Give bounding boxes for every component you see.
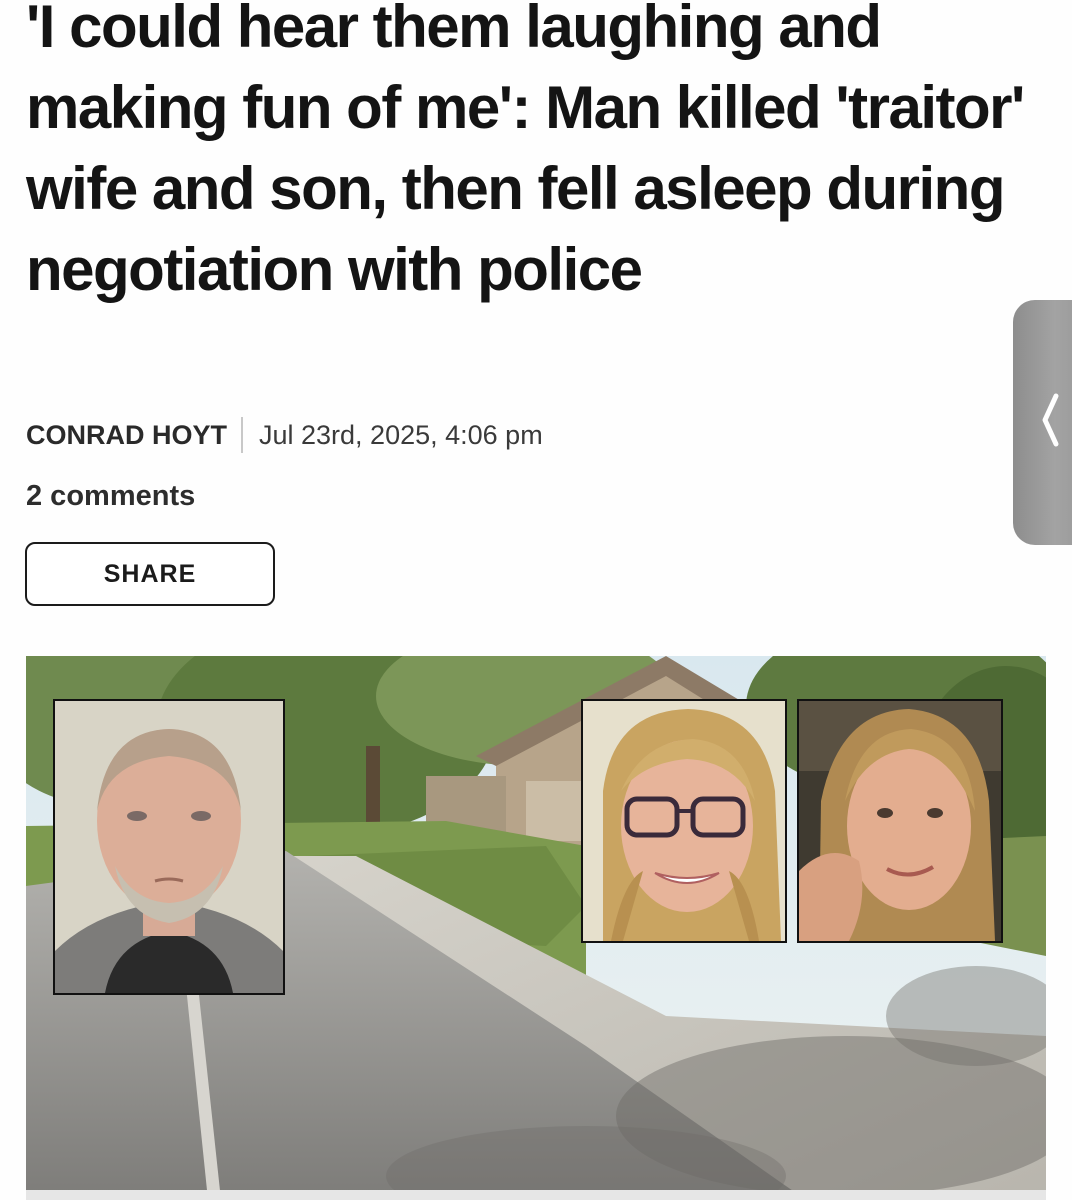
chevron-left-icon bbox=[1042, 393, 1059, 447]
share-button[interactable]: SHARE bbox=[25, 542, 275, 606]
image-caption-strip bbox=[26, 1190, 1046, 1200]
son-portrait-photo bbox=[797, 699, 1003, 943]
hero-image bbox=[26, 656, 1046, 1200]
side-panel-handle[interactable] bbox=[1013, 300, 1072, 545]
byline-divider bbox=[241, 417, 243, 453]
publish-date: Jul 23rd, 2025, 4:06 pm bbox=[259, 419, 543, 450]
article-headline: 'I could hear them laughing and making f… bbox=[26, 0, 1025, 303]
woman-portrait-photo bbox=[581, 699, 787, 943]
comments-link[interactable]: 2 comments bbox=[26, 480, 195, 513]
mugshot-photo bbox=[53, 699, 285, 995]
article-page: 'I could hear them laughing and making f… bbox=[0, 0, 1072, 1200]
author-name[interactable]: CONRAD HOYT bbox=[26, 420, 227, 451]
byline: CONRAD HOYT Jul 23rd, 2025, 4:06 pm bbox=[26, 415, 543, 455]
